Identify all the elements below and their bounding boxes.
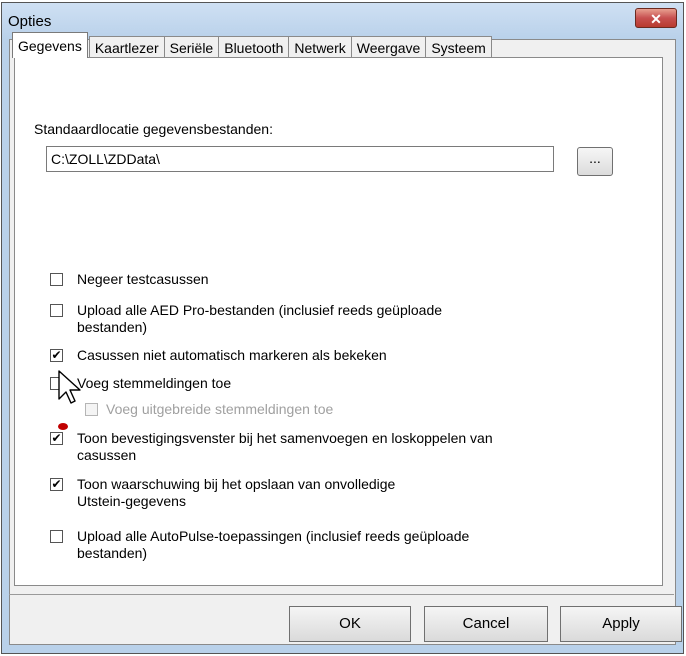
option-upload-autopulse[interactable]: Upload alle AutoPulse-toepassingen (incl… xyxy=(50,528,469,562)
check-mark-icon: ✔ xyxy=(51,431,62,445)
option-label: Voeg uitgebreide stemmeldingen toe xyxy=(106,401,334,417)
option-label: Upload alle AED Pro-bestanden (inclusief… xyxy=(77,302,443,335)
checkbox[interactable]: ✔ xyxy=(50,478,63,491)
tab-kaartlezer[interactable]: Kaartlezer xyxy=(88,36,165,58)
option-bevestigingsvenster[interactable]: ✔ Toon bevestigingsvenster bij het samen… xyxy=(50,430,493,464)
check-mark-icon: ✔ xyxy=(51,348,62,362)
option-label: Negeer testcasussen xyxy=(77,271,209,287)
checkbox[interactable]: ✔ xyxy=(50,432,63,445)
option-upload-aed-pro[interactable]: Upload alle AED Pro-bestanden (inclusief… xyxy=(50,302,442,336)
checkbox[interactable] xyxy=(50,304,63,317)
option-niet-markeren-bekeken[interactable]: ✔ Casussen niet automatisch markeren als… xyxy=(50,347,387,364)
tab-netwerk[interactable]: Netwerk xyxy=(288,36,352,58)
checkbox[interactable] xyxy=(50,530,63,543)
button-separator xyxy=(9,594,674,595)
option-negeer-testcasussen[interactable]: Negeer testcasussen xyxy=(50,271,209,288)
checkbox xyxy=(85,403,98,416)
option-label: Toon bevestigingsvenster bij het samenvo… xyxy=(77,430,493,463)
checkbox[interactable] xyxy=(50,273,63,286)
data-location-value: C:\ZOLL\ZDData\ xyxy=(51,151,160,167)
data-location-label: Standaardlocatie gegevensbestanden: xyxy=(34,121,273,137)
mouse-pointer-icon xyxy=(58,370,81,404)
checkbox[interactable]: ✔ xyxy=(50,349,63,362)
apply-button[interactable]: Apply xyxy=(560,606,682,642)
tab-systeem[interactable]: Systeem xyxy=(425,36,492,58)
tab-weergave[interactable]: Weergave xyxy=(350,36,427,58)
option-label: Voeg stemmeldingen toe xyxy=(77,375,232,391)
option-label: Toon waarschuwing bij het opslaan van on… xyxy=(77,476,396,509)
cancel-button[interactable]: Cancel xyxy=(424,606,548,642)
window-title: Opties xyxy=(8,13,52,30)
tab-strip: Gegevens Kaartlezer Seriële Bluetooth Ne… xyxy=(12,32,492,58)
data-location-input[interactable]: C:\ZOLL\ZDData\ xyxy=(46,146,554,172)
close-button[interactable]: ✕ xyxy=(635,8,677,28)
option-waarschuwing-utstein[interactable]: ✔ Toon waarschuwing bij het opslaan van … xyxy=(50,476,395,510)
option-uitgebreide-stemmeldingen: Voeg uitgebreide stemmeldingen toe xyxy=(85,401,333,418)
tab-bluetooth[interactable]: Bluetooth xyxy=(218,36,290,58)
close-icon: ✕ xyxy=(650,11,662,27)
cursor-highlight-dot xyxy=(58,423,68,430)
tab-seriele[interactable]: Seriële xyxy=(163,36,220,58)
option-label: Casussen niet automatisch markeren als b… xyxy=(77,347,387,363)
option-label: Upload alle AutoPulse-toepassingen (incl… xyxy=(77,528,470,561)
tab-gegevens[interactable]: Gegevens xyxy=(12,32,88,58)
browse-button[interactable]: ... xyxy=(577,147,613,176)
check-mark-icon: ✔ xyxy=(51,477,62,491)
ok-button[interactable]: OK xyxy=(289,606,411,642)
